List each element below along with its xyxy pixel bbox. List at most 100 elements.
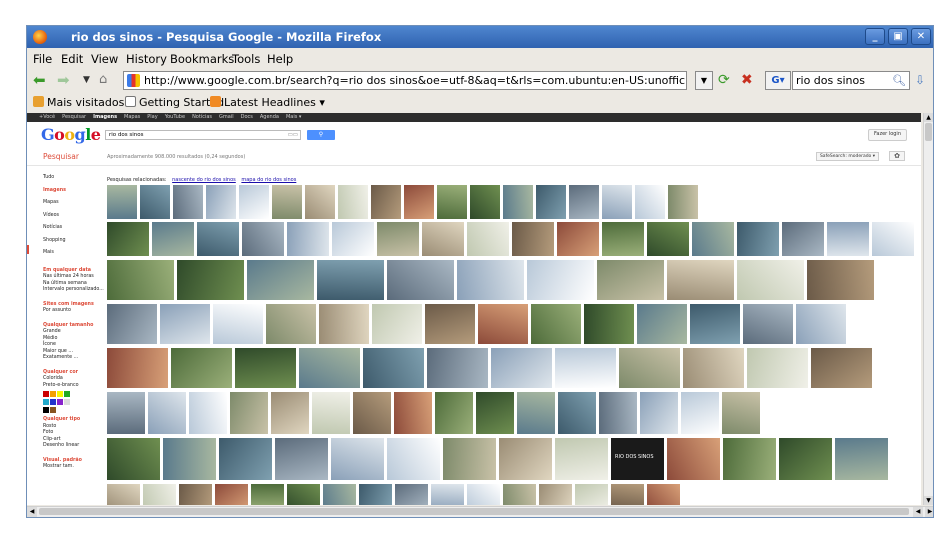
- image-result-thumbnail[interactable]: [160, 304, 210, 344]
- gbar-link[interactable]: YouTube: [165, 114, 185, 120]
- image-result-thumbnail[interactable]: [435, 392, 473, 434]
- image-result-thumbnail[interactable]: [177, 260, 244, 300]
- image-result-thumbnail[interactable]: [239, 185, 269, 219]
- close-button[interactable]: ✕: [911, 28, 931, 45]
- image-result-thumbnail[interactable]: [431, 484, 464, 505]
- color-swatch[interactable]: [50, 407, 56, 413]
- gbar-link[interactable]: Mapas: [124, 114, 140, 120]
- menu-tools[interactable]: Tools: [232, 52, 260, 66]
- google-search-button[interactable]: ⚲: [307, 130, 335, 140]
- image-result-thumbnail[interactable]: [372, 304, 422, 344]
- image-result-thumbnail[interactable]: [796, 304, 846, 344]
- filter-type-item[interactable]: Mais: [43, 250, 54, 255]
- time-filter-item[interactable]: Intervalo personalizado...: [43, 287, 104, 292]
- image-result-thumbnail[interactable]: [387, 438, 440, 480]
- image-result-thumbnail[interactable]: [555, 438, 608, 480]
- image-result-thumbnail[interactable]: [503, 185, 533, 219]
- image-result-thumbnail[interactable]: [597, 260, 664, 300]
- image-result-thumbnail[interactable]: [782, 222, 824, 256]
- related-link-nascente[interactable]: nascente do rio dos sinos: [172, 177, 236, 183]
- size-filter-item[interactable]: Grande: [43, 329, 61, 334]
- visual-filter-item[interactable]: Mostrar tam.: [43, 464, 74, 469]
- gbar-link[interactable]: Imagens: [93, 114, 117, 120]
- image-result-thumbnail[interactable]: [213, 304, 263, 344]
- time-filter-header[interactable]: Em qualquer data: [43, 268, 91, 273]
- size-filter-item[interactable]: Exatamente ...: [43, 355, 78, 360]
- horizontal-scroll-thumb[interactable]: [39, 508, 909, 515]
- image-result-thumbnail[interactable]: [219, 438, 272, 480]
- bookmark-mais-visitados[interactable]: Mais visitados ▾: [33, 96, 133, 109]
- image-result-thumbnail[interactable]: [305, 185, 335, 219]
- gear-icon[interactable]: ✿: [889, 151, 905, 161]
- safesearch-dropdown[interactable]: SafeSearch: moderado ▾: [815, 152, 879, 161]
- image-result-thumbnail[interactable]: [148, 392, 186, 434]
- home-icon[interactable]: ⌂: [99, 71, 107, 89]
- image-result-thumbnail[interactable]: [173, 185, 203, 219]
- image-result-thumbnail[interactable]: [835, 438, 888, 480]
- color-filter-item[interactable]: Colorida: [43, 376, 63, 381]
- image-result-thumbnail[interactable]: [747, 348, 808, 388]
- color-swatch[interactable]: [50, 391, 56, 397]
- size-filter-item[interactable]: Ícone: [43, 342, 56, 347]
- color-swatch[interactable]: [43, 391, 49, 397]
- image-result-thumbnail[interactable]: [575, 484, 608, 505]
- menu-help[interactable]: Help: [267, 52, 293, 66]
- sites-filter-item[interactable]: Por assunto: [43, 308, 71, 313]
- image-result-thumbnail[interactable]: [140, 185, 170, 219]
- image-result-thumbnail[interactable]: [143, 484, 176, 505]
- image-result-thumbnail[interactable]: [271, 392, 309, 434]
- image-result-thumbnail[interactable]: [827, 222, 869, 256]
- image-result-thumbnail[interactable]: [531, 304, 581, 344]
- image-result-thumbnail[interactable]: [527, 260, 594, 300]
- firefox-icon[interactable]: [33, 30, 47, 44]
- image-result-thumbnail[interactable]: [517, 392, 555, 434]
- image-result-thumbnail[interactable]: RIO DOS SINOS: [611, 438, 664, 480]
- vertical-scroll-thumb[interactable]: [925, 123, 932, 141]
- image-result-thumbnail[interactable]: [491, 348, 552, 388]
- menu-view[interactable]: View: [91, 52, 118, 66]
- image-result-thumbnail[interactable]: [668, 185, 698, 219]
- image-result-thumbnail[interactable]: [723, 438, 776, 480]
- scroll-right-arrow-icon[interactable]: ▶: [925, 507, 933, 517]
- stop-icon[interactable]: ✖: [741, 71, 753, 89]
- color-swatch[interactable]: [57, 399, 63, 405]
- image-result-thumbnail[interactable]: [619, 348, 680, 388]
- reload-icon[interactable]: ⟳: [718, 71, 730, 89]
- image-result-thumbnail[interactable]: [499, 438, 552, 480]
- menu-edit[interactable]: Edit: [61, 52, 83, 66]
- menu-history[interactable]: History: [126, 52, 167, 66]
- size-filter-item[interactable]: Médio: [43, 336, 57, 341]
- color-swatch[interactable]: [64, 399, 70, 405]
- visual-filter-header[interactable]: Visual. padrão: [43, 458, 82, 463]
- image-result-thumbnail[interactable]: [235, 348, 296, 388]
- image-result-thumbnail[interactable]: [476, 392, 514, 434]
- type-filter-item[interactable]: Rosto: [43, 424, 56, 429]
- scroll-down-arrow-icon[interactable]: ▼: [924, 496, 933, 505]
- image-result-thumbnail[interactable]: [332, 222, 374, 256]
- image-result-thumbnail[interactable]: [179, 484, 212, 505]
- filter-type-item[interactable]: Notícias: [43, 225, 62, 230]
- image-result-thumbnail[interactable]: [602, 222, 644, 256]
- image-result-thumbnail[interactable]: [107, 304, 157, 344]
- login-button[interactable]: Fazer login: [867, 129, 907, 141]
- image-result-thumbnail[interactable]: [569, 185, 599, 219]
- image-result-thumbnail[interactable]: [230, 392, 268, 434]
- gbar-link[interactable]: Docs: [241, 114, 253, 120]
- type-filter-item[interactable]: Clip-art: [43, 437, 61, 442]
- image-result-thumbnail[interactable]: [395, 484, 428, 505]
- image-result-thumbnail[interactable]: [779, 438, 832, 480]
- keyboard-icon[interactable]: ▭▭: [288, 131, 298, 139]
- downloads-icon[interactable]: ⇩: [915, 71, 925, 89]
- image-result-thumbnail[interactable]: [557, 222, 599, 256]
- image-result-thumbnail[interactable]: [811, 348, 872, 388]
- image-result-thumbnail[interactable]: [163, 438, 216, 480]
- image-result-thumbnail[interactable]: [584, 304, 634, 344]
- minimize-button[interactable]: _: [865, 28, 885, 45]
- image-result-thumbnail[interactable]: [353, 392, 391, 434]
- image-result-thumbnail[interactable]: [647, 484, 680, 505]
- type-filter-item[interactable]: Desenho linear: [43, 443, 79, 448]
- image-result-thumbnail[interactable]: [363, 348, 424, 388]
- image-result-thumbnail[interactable]: [637, 304, 687, 344]
- image-result-thumbnail[interactable]: [317, 260, 384, 300]
- image-result-thumbnail[interactable]: [690, 304, 740, 344]
